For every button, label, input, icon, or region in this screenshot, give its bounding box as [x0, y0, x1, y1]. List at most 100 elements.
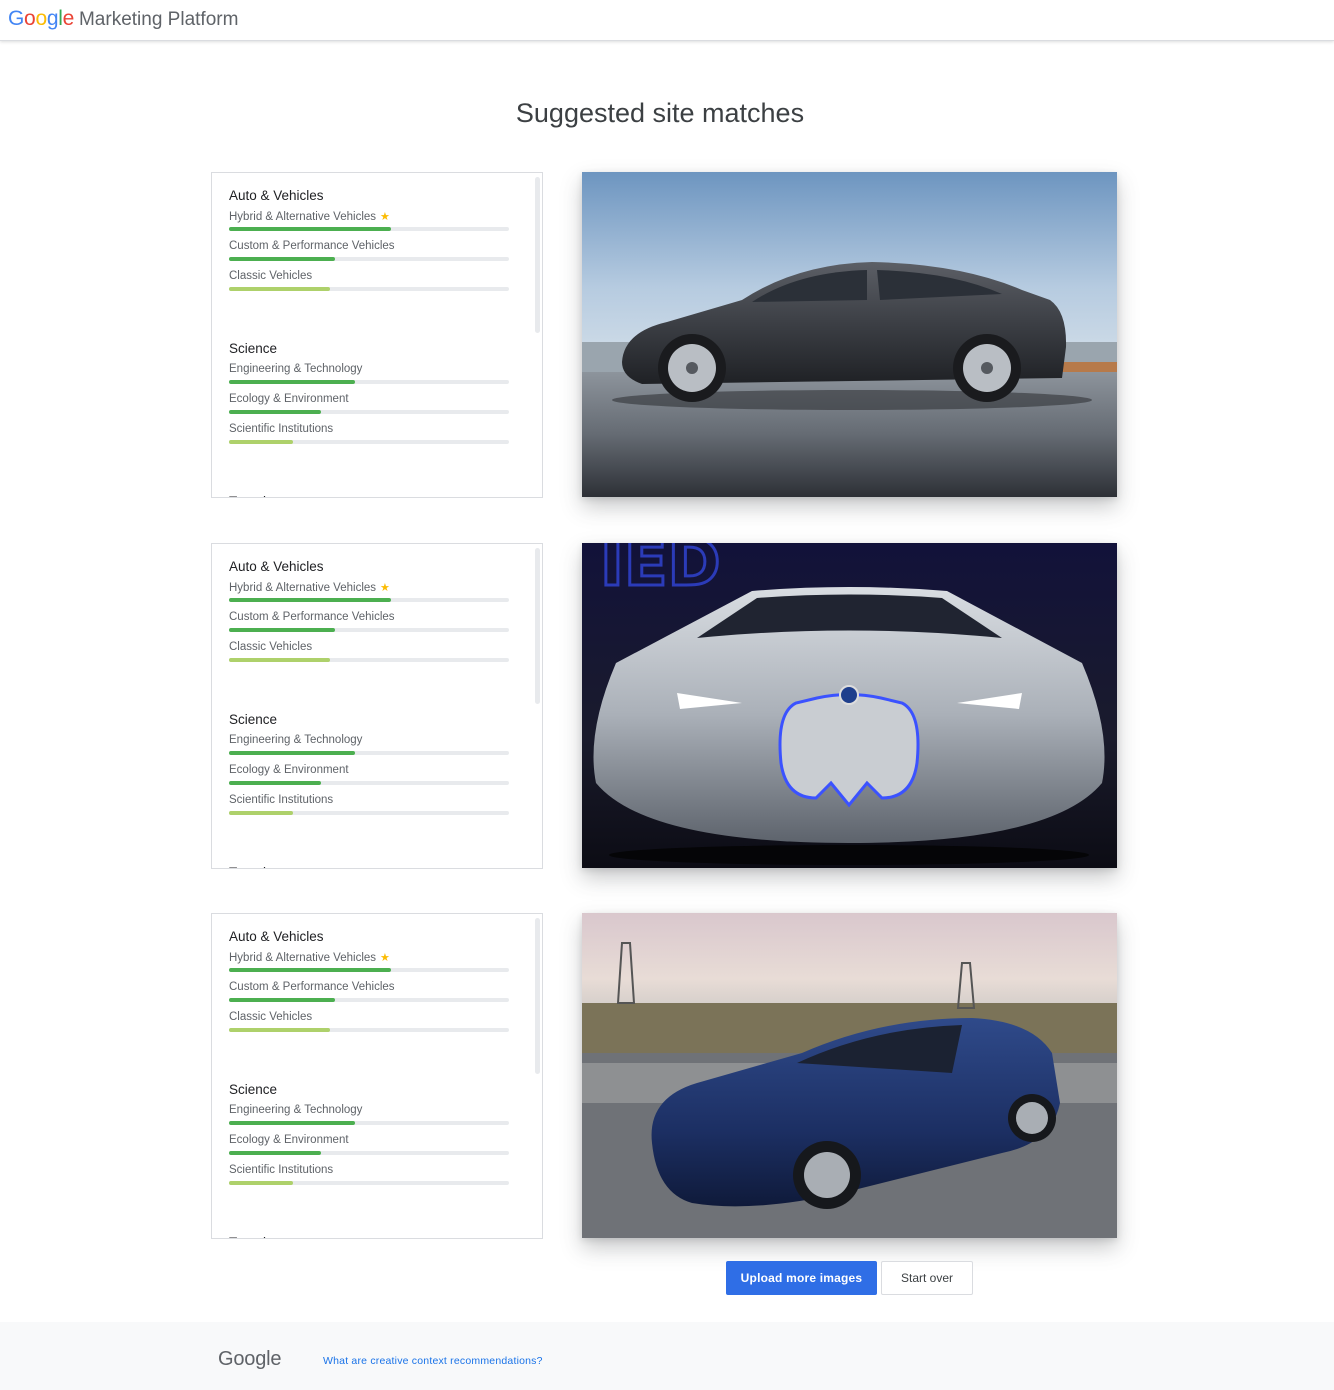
category-title: Travel: [229, 1235, 266, 1238]
subcategory-label: Classic Vehicles: [229, 641, 313, 653]
footer-google-logo[interactable]: Google: [218, 1348, 281, 1371]
score-bar-track: [229, 998, 509, 1002]
panel-scrollbar[interactable]: [535, 918, 540, 1074]
category-panel[interactable]: Auto & Vehicles Hybrid & Alternative Vehi…: [211, 913, 543, 1239]
subcategory-label-wrap: Ecology & Environment: [229, 393, 349, 405]
subcategory-row: Custom & Performance Vehicles: [229, 240, 509, 270]
score-bar-fill: [229, 410, 322, 414]
score-bar-track: [229, 751, 509, 755]
score-bar-track: [229, 598, 509, 602]
score-bar-fill: [229, 227, 392, 231]
score-bar-track: [229, 227, 509, 231]
subcategory-label: Scientific Institutions: [229, 794, 334, 806]
subcategory-row: Custom & Performance Vehicles: [229, 611, 509, 641]
score-bar-fill: [229, 751, 355, 755]
category-title: Travel: [229, 865, 266, 868]
subcategory-row: Engineering & Technology: [229, 363, 509, 393]
star-icon: ★: [380, 952, 390, 964]
subcategory-row: Hybrid & Alternative Vehicles ★: [229, 210, 509, 240]
creative-context-help-link[interactable]: What are creative context recommendation…: [323, 1355, 543, 1367]
uploaded-image-card: [582, 913, 1117, 1238]
subcategory-row: Hybrid & Alternative Vehicles ★: [229, 581, 509, 611]
score-bar-fill: [229, 998, 336, 1002]
subcategory-row: Custom & Performance Vehicles: [229, 981, 509, 1011]
subcategory-label: Hybrid & Alternative Vehicles: [229, 210, 377, 223]
car-side-view-photo: [582, 172, 1117, 497]
category-title: Science: [229, 341, 278, 356]
score-bar-track: [229, 811, 509, 815]
footer: Google What are creative context recomme…: [0, 1322, 1334, 1390]
subcategory-label: Custom & Performance Vehicles: [229, 240, 395, 252]
logo-letter: o: [24, 7, 36, 30]
panel-scrollbar[interactable]: [535, 548, 540, 704]
score-bar-fill: [229, 628, 336, 632]
score-bar-track: [229, 658, 509, 662]
concept-car-front-photo: IED: [582, 543, 1117, 868]
subcategory-label: Hybrid & Alternative Vehicles: [229, 581, 377, 594]
panel-scrollbar[interactable]: [535, 177, 540, 333]
subcategory-row: Ecology & Environment: [229, 393, 509, 423]
score-bar-fill: [229, 287, 330, 291]
score-bar-fill: [229, 1121, 355, 1125]
subcategory-row: Hybrid & Alternative Vehicles ★: [229, 951, 509, 981]
subcategory-row: Engineering & Technology: [229, 734, 509, 764]
google-wordmark: Google: [8, 7, 74, 31]
category-title: Travel: [229, 494, 266, 497]
subcategory-label: Ecology & Environment: [229, 393, 349, 405]
subcategory-label: Custom & Performance Vehicles: [229, 611, 395, 623]
page-title: Suggested site matches: [515, 98, 805, 128]
score-bar-track: [229, 968, 509, 972]
logo-letter: o: [35, 7, 47, 30]
score-bar-track: [229, 1181, 509, 1185]
start-over-button[interactable]: Start over: [881, 1261, 973, 1295]
subcategory-row: Ecology & Environment: [229, 764, 509, 794]
subcategory-label: Engineering & Technology: [229, 734, 363, 746]
subcategory-label: Ecology & Environment: [229, 1134, 349, 1146]
google-marketing-platform-logo[interactable]: Google Marketing Platform: [8, 7, 238, 31]
subcategory-label: Scientific Institutions: [229, 1164, 334, 1176]
category-title: Auto & Vehicles: [229, 188, 324, 203]
score-bar-track: [229, 781, 509, 785]
subcategory-label-wrap: Custom & Performance Vehicles: [229, 240, 395, 252]
category-panel[interactable]: Auto & Vehicles Hybrid & Alternative Vehi…: [211, 172, 543, 498]
score-bar-track: [229, 410, 509, 414]
score-bar-fill: [229, 1181, 294, 1185]
score-bar-track: [229, 257, 509, 261]
score-bar-fill: [229, 968, 392, 972]
product-name: Marketing Platform: [78, 9, 239, 30]
logo-letter: e: [62, 7, 75, 30]
upload-more-images-button[interactable]: Upload more images: [726, 1261, 877, 1295]
subcategory-label: Engineering & Technology: [229, 363, 363, 375]
subcategory-label-wrap: Engineering & Technology: [229, 1104, 362, 1116]
score-bar-fill: [229, 598, 392, 602]
subcategory-label-wrap: Engineering & Technology: [229, 734, 362, 746]
subcategory-label-wrap: Scientific Institutions: [229, 1164, 333, 1176]
category-panel[interactable]: Auto & Vehicles Hybrid & Alternative Vehi…: [211, 543, 543, 869]
subcategory-label: Custom & Performance Vehicles: [229, 981, 395, 993]
subcategory-row: Classic Vehicles: [229, 641, 509, 671]
score-bar-fill: [229, 811, 294, 815]
subcategory-label: Classic Vehicles: [229, 270, 313, 282]
score-bar-fill: [229, 1028, 330, 1032]
category-title: Science: [229, 1082, 278, 1097]
uploaded-image-card: [582, 172, 1117, 497]
subcategory-label: Scientific Institutions: [229, 423, 334, 435]
subcategory-label-wrap: Custom & Performance Vehicles: [229, 611, 395, 623]
subcategory-label: Ecology & Environment: [229, 764, 349, 776]
subcategory-row: Scientific Institutions: [229, 794, 509, 824]
subcategory-label-wrap: Engineering & Technology: [229, 363, 362, 375]
subcategory-label-wrap: Classic Vehicles: [229, 1011, 312, 1023]
subcategory-label-wrap: Ecology & Environment: [229, 764, 349, 776]
category-title: Auto & Vehicles: [229, 929, 324, 944]
subcategory-row: Scientific Institutions: [229, 423, 509, 453]
svg-text:IED: IED: [600, 543, 721, 601]
subcategory-label: Classic Vehicles: [229, 1011, 313, 1023]
subcategory-label-wrap: Hybrid & Alternative Vehicles ★: [229, 951, 390, 965]
star-icon: ★: [380, 211, 390, 223]
score-bar-fill: [229, 781, 322, 785]
subcategory-label-wrap: Classic Vehicles: [229, 270, 312, 282]
subcategory-row: Classic Vehicles: [229, 1011, 509, 1041]
subcategory-label-wrap: Hybrid & Alternative Vehicles ★: [229, 581, 390, 595]
star-icon: ★: [380, 582, 390, 594]
subcategory-label-wrap: Custom & Performance Vehicles: [229, 981, 395, 993]
